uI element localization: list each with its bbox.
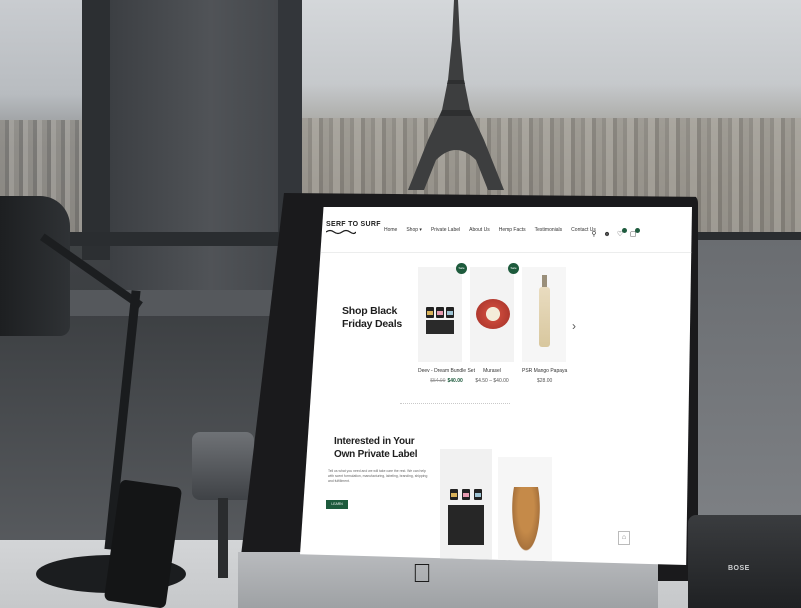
main-menu: Home Shop ▾ Private Label About Us Hemp … xyxy=(384,227,596,233)
site-header: SERF TO SURF Home Shop ▾ Private Label A… xyxy=(300,207,692,253)
eiffel-tower xyxy=(408,0,504,190)
jar xyxy=(450,489,458,500)
wishlist-badge xyxy=(622,228,627,233)
desk-lamp-shade xyxy=(0,196,70,336)
chevron-right-icon[interactable]: › xyxy=(572,319,576,333)
product-image[interactable]: Sale xyxy=(418,263,467,362)
product-card[interactable]: Sale Murasel $4.50 – $40.00 xyxy=(470,263,519,384)
site-logo[interactable]: SERF TO SURF xyxy=(326,221,381,228)
product-name[interactable]: Deev - Dream Bundle Set xyxy=(418,368,475,374)
heart-icon[interactable]: ♡ xyxy=(616,228,627,239)
logo-wave-icon xyxy=(326,229,356,235)
speaker-left xyxy=(192,432,254,500)
wall-panel xyxy=(110,0,278,300)
jar-label xyxy=(437,311,443,315)
price-current: $40.00 xyxy=(447,378,463,384)
learn-more-button[interactable]: LEARN MORE xyxy=(326,500,348,515)
jar xyxy=(426,307,434,318)
menu-item-shop-label: Shop xyxy=(406,227,419,233)
apple-logo-icon:  xyxy=(410,558,434,588)
sale-badge: Sale xyxy=(508,263,519,274)
private-label-image xyxy=(440,449,492,565)
tin xyxy=(476,299,510,329)
cart-icon[interactable]: ▢ xyxy=(629,228,640,239)
sale-badge: Sale xyxy=(456,263,467,274)
product-name[interactable]: Murasel xyxy=(470,368,514,374)
speaker-brand: BOSE xyxy=(728,565,750,572)
jar xyxy=(474,489,482,500)
jar xyxy=(436,307,444,318)
monitor-screen: SERF TO SURF Home Shop ▾ Private Label A… xyxy=(300,207,692,565)
header-actions: ⚲ ☻ ♡ ▢ xyxy=(590,228,640,239)
product-price: $4.50 – $40.00 xyxy=(475,378,509,384)
product-image[interactable] xyxy=(522,267,566,362)
jar xyxy=(462,489,470,500)
jar-label xyxy=(427,311,433,315)
jar-label xyxy=(447,311,453,315)
jar xyxy=(446,307,454,318)
gift-box xyxy=(448,505,484,545)
gift-box xyxy=(426,320,454,334)
product-image[interactable]: Sale xyxy=(470,263,519,362)
search-icon[interactable]: ⚲ xyxy=(590,231,598,239)
menu-item-private-label[interactable]: Private Label xyxy=(431,227,460,233)
promo-heading: Shop Black Friday Deals xyxy=(342,305,403,330)
photo-scene:  BOSE SERF TO SURF Home Shop ▾ Private … xyxy=(0,0,801,608)
product-card[interactable]: PSR Mango Papaya $28.00 xyxy=(522,267,567,384)
product-name[interactable]: PSR Mango Papaya xyxy=(522,368,567,374)
jar-label xyxy=(451,493,457,497)
private-label-text: Tell us what you need and we will take c… xyxy=(328,469,428,483)
cart-badge xyxy=(635,228,640,233)
chevron-down-icon: ▾ xyxy=(418,227,422,233)
menu-item-about[interactable]: About Us xyxy=(469,227,490,233)
right-wall xyxy=(690,240,801,540)
arrow-up-icon[interactable]: ⌂ xyxy=(618,531,630,545)
menu-item-testimonials[interactable]: Testimonials xyxy=(535,227,563,233)
menu-item-shop[interactable]: Shop ▾ xyxy=(406,227,422,233)
dog xyxy=(510,487,542,557)
speaker-right: BOSE xyxy=(688,515,801,608)
menu-item-home[interactable]: Home xyxy=(384,227,397,233)
product-price: $54.99 $40.00 xyxy=(418,378,475,384)
jar-label xyxy=(475,493,481,497)
user-icon[interactable]: ☻ xyxy=(603,231,611,239)
product-card[interactable]: Sale Deev - Dream Bundle Set $54.99 $40.0… xyxy=(418,263,475,384)
window-frame xyxy=(82,0,110,260)
speaker-stand xyxy=(218,498,228,578)
menu-item-hemp-facts[interactable]: Hemp Facts xyxy=(499,227,526,233)
section-divider xyxy=(400,403,510,404)
price-old: $54.99 xyxy=(430,378,446,384)
bottle xyxy=(539,287,550,347)
jar-label xyxy=(463,493,469,497)
private-label-image xyxy=(498,457,552,565)
product-price: $28.00 xyxy=(537,378,553,384)
private-label-heading: Interested in Your Own Private Label xyxy=(334,436,418,460)
